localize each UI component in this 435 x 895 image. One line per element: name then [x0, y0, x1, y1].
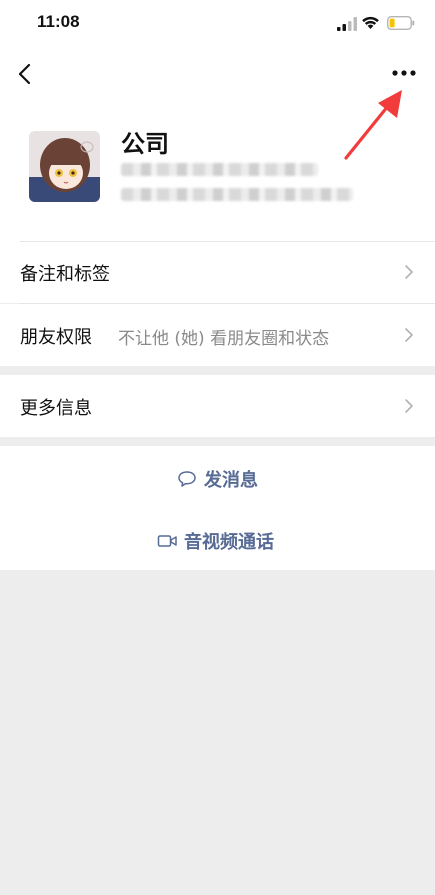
chat-bubble-icon: [178, 471, 196, 487]
contact-name: 公司: [121, 130, 169, 158]
chevron-right-icon: [405, 265, 413, 279]
action-panel: 发消息 音视频通话: [0, 446, 435, 570]
send-message-button[interactable]: 发消息: [0, 448, 435, 508]
redacted-info-line: [121, 163, 318, 176]
video-camera-icon: [157, 535, 177, 547]
row-more-info[interactable]: 更多信息: [0, 375, 435, 437]
avatar[interactable]: [29, 131, 100, 202]
redacted-info-line: [121, 188, 353, 201]
audio-video-call-button[interactable]: 音视频通话: [0, 510, 435, 570]
status-bar: 11:08: [0, 0, 435, 48]
chevron-right-icon: [405, 328, 413, 342]
back-chevron-icon[interactable]: [16, 62, 34, 86]
signal-icon: [337, 17, 357, 31]
row-friend-permissions[interactable]: 朋友权限 不让他 (她) 看朋友圈和状态: [0, 304, 435, 366]
row-label: 更多信息: [20, 398, 92, 419]
battery-icon: [387, 16, 415, 30]
chevron-right-icon: [405, 399, 413, 413]
row-label: 朋友权限: [20, 327, 92, 348]
wifi-icon: [362, 16, 379, 29]
row-value: 不让他 (她) 看朋友圈和状态: [118, 329, 330, 349]
row-label: 备注和标签: [20, 264, 110, 285]
avatar-image: [29, 131, 100, 202]
more-dots-icon[interactable]: [391, 68, 417, 78]
divider: [20, 241, 435, 242]
send-message-label: 发消息: [204, 470, 258, 491]
row-notes-and-tags[interactable]: 备注和标签: [0, 241, 435, 303]
annotation-arrow-icon: [344, 90, 402, 160]
status-time: 11:08: [37, 12, 80, 31]
audio-video-call-label: 音视频通话: [184, 532, 274, 553]
